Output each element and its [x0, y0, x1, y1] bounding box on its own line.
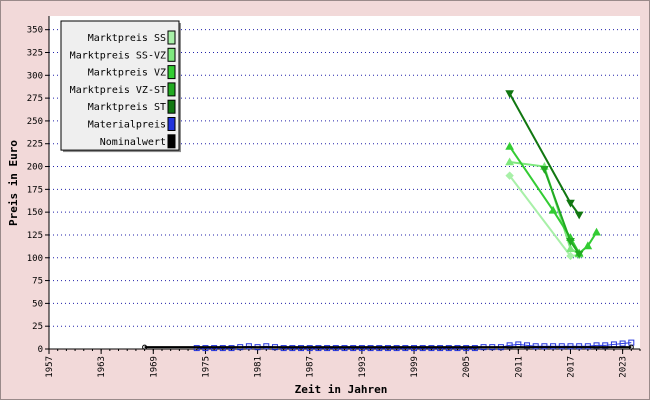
y-tick-label: 325	[27, 48, 43, 58]
x-tick-label: 2005	[462, 356, 472, 378]
y-tick-label: 200	[27, 163, 43, 173]
y-tick-label: 0	[38, 345, 43, 355]
legend-swatch	[167, 47, 176, 62]
legend-label: Marktpreis SS	[88, 33, 166, 44]
x-tick-label: 1987	[306, 356, 316, 378]
legend-label: Materialpreis	[88, 120, 166, 131]
y-axis-title: Preis in Euro	[7, 140, 20, 226]
legend-swatch	[167, 82, 176, 97]
price-chart: 0 25 50 75 100 125 150 175 200 225 250 275 300 325 350…	[7, 16, 641, 396]
legend-swatch	[167, 65, 176, 80]
x-tick-label: 2023	[619, 356, 629, 378]
legend-swatch	[167, 134, 176, 149]
y-tick-label: 275	[27, 94, 43, 104]
legend-label: Marktpreis VZ-ST	[70, 85, 166, 96]
x-tick-label: 1957	[45, 356, 55, 378]
legend-label: Marktpreis VZ	[88, 68, 166, 79]
legend-label: Marktpreis SS-VZ	[70, 50, 166, 61]
x-axis-title: Zeit in Jahren	[295, 383, 388, 396]
y-tick-label: 125	[27, 231, 43, 241]
x-tick-label: 1981	[254, 356, 264, 378]
x-tick-label: 1969	[149, 356, 159, 378]
y-tick-label: 150	[27, 208, 43, 218]
x-tick-label: 1975	[201, 356, 211, 378]
x-tick-label: 1999	[410, 356, 420, 378]
x-tick-label: 1993	[358, 356, 368, 378]
legend: Marktpreis SS Marktpreis SS-VZ Marktpreis …	[60, 20, 181, 153]
legend-swatch	[167, 117, 176, 131]
y-tick-label: 250	[27, 117, 43, 127]
chart-frame: 0 25 50 75 100 125 150 175 200 225 250 275 300 325 350…	[0, 0, 650, 400]
y-tick-label: 100	[27, 254, 43, 264]
legend-label: Nominalwert	[100, 137, 166, 148]
y-tick-label: 175	[27, 185, 43, 195]
x-tick-label: 2017	[566, 356, 576, 378]
y-tick-label: 300	[27, 71, 43, 81]
legend-swatch	[167, 99, 176, 114]
x-tick-label: 2011	[514, 356, 524, 378]
legend-swatch	[167, 30, 176, 45]
y-tick-label: 350	[27, 26, 43, 36]
y-tick-label: 50	[32, 299, 43, 309]
x-tick-label: 1963	[97, 356, 107, 378]
y-tick-label: 25	[32, 322, 43, 332]
legend-label: Marktpreis ST	[88, 102, 166, 113]
y-tick-label: 225	[27, 140, 43, 150]
y-tick-label: 75	[32, 277, 43, 287]
